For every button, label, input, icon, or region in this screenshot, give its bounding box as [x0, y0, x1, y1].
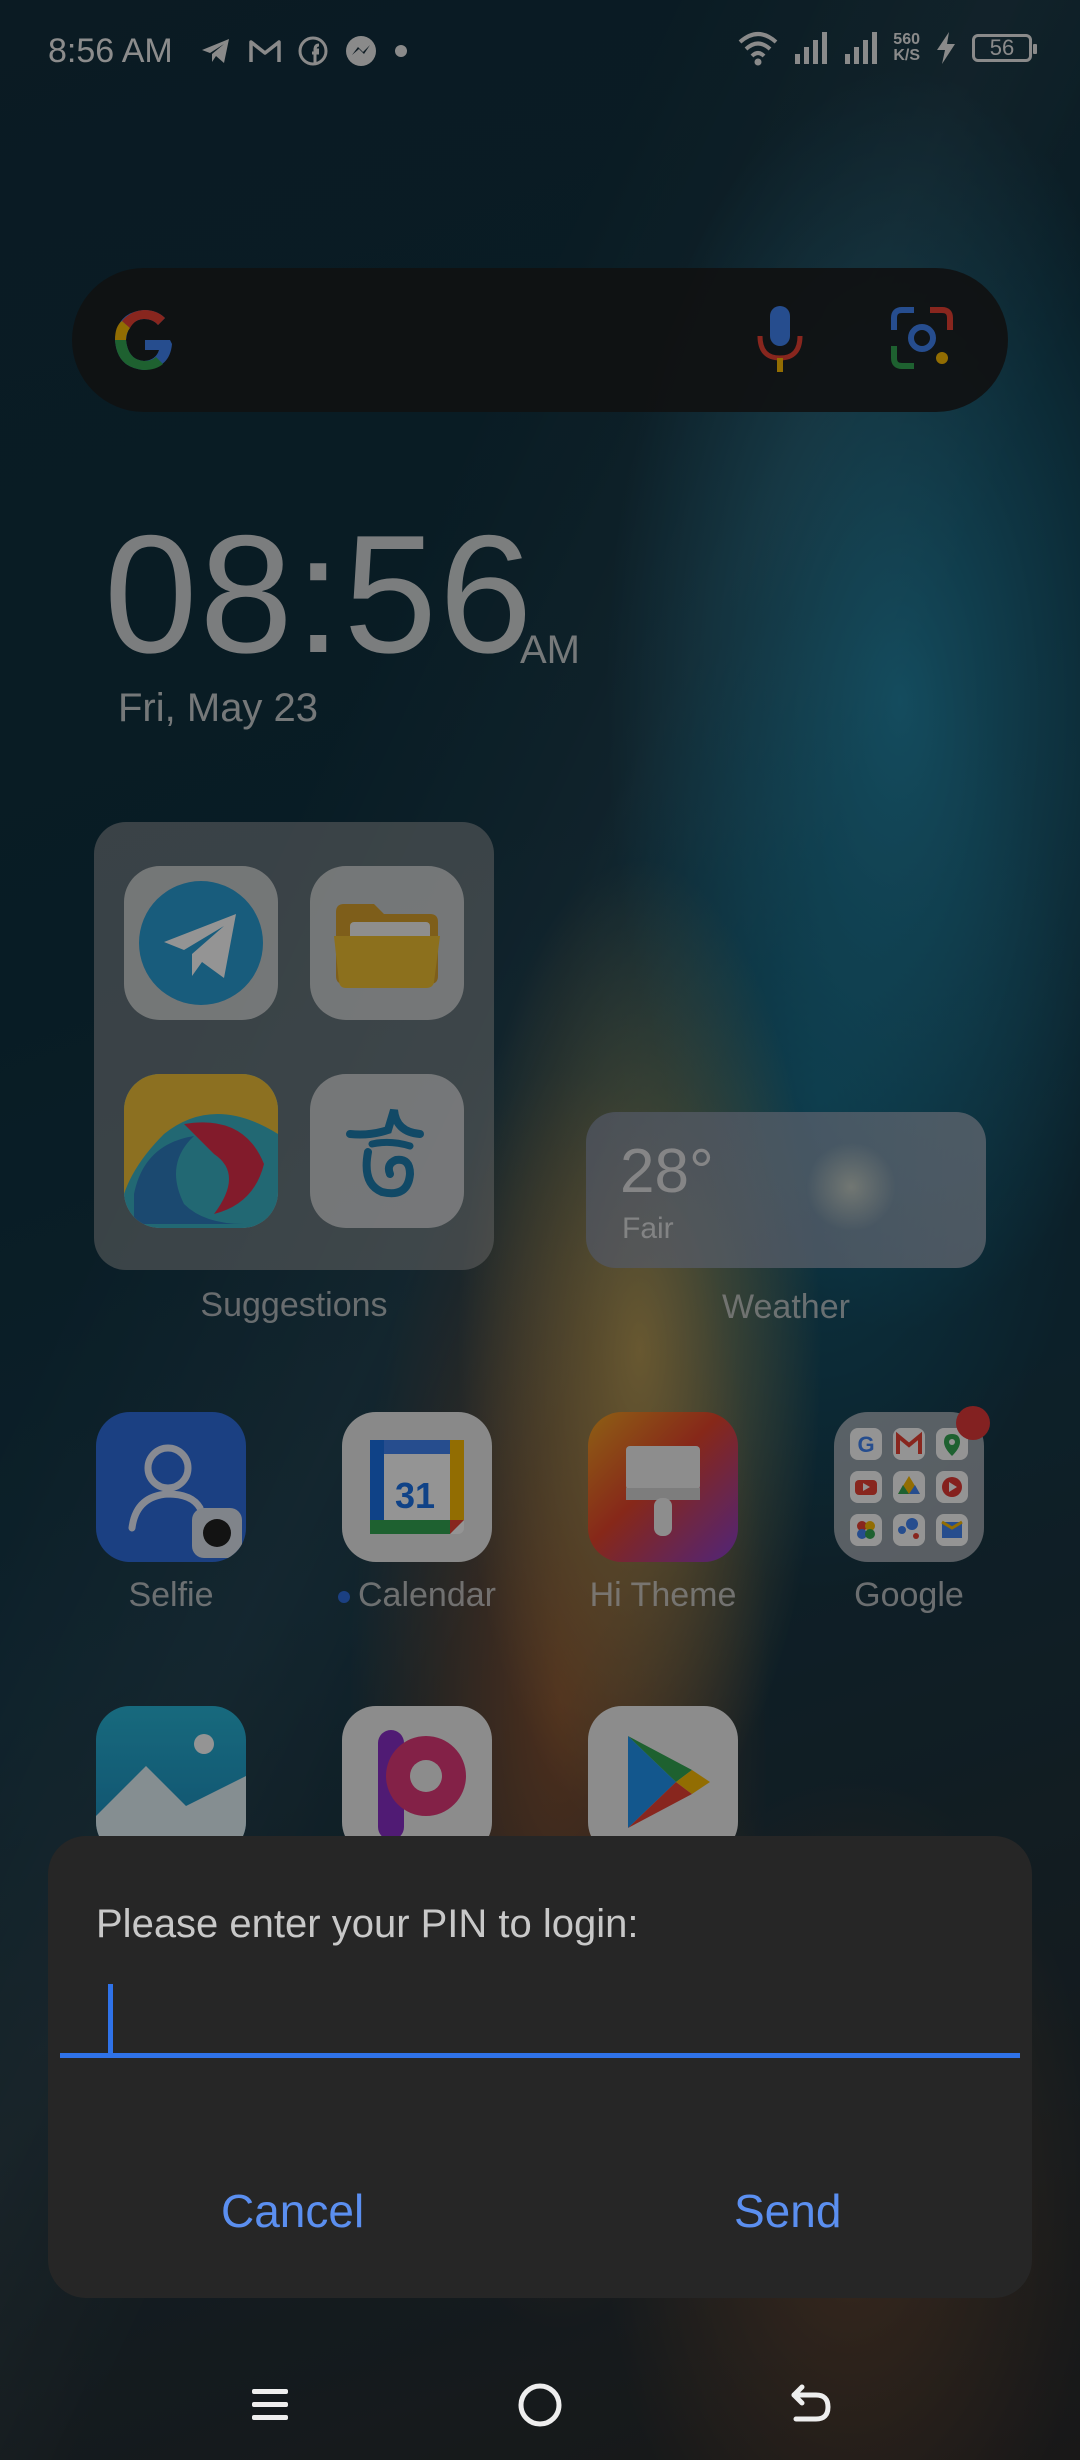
pin-dialog: Please enter your PIN to login: Cancel S… [48, 1836, 1032, 2298]
send-button[interactable]: Send [734, 2184, 841, 2238]
text-cursor [108, 1984, 113, 2054]
recents-button[interactable] [235, 2370, 305, 2440]
home-icon [518, 2383, 562, 2427]
menu-icon [252, 2389, 288, 2420]
home-button[interactable] [505, 2370, 575, 2440]
navigation-bar [0, 2340, 1080, 2460]
cancel-button[interactable]: Cancel [221, 2184, 364, 2238]
pin-prompt: Please enter your PIN to login: [96, 1902, 639, 1946]
pin-input[interactable] [60, 1974, 1020, 2058]
back-icon [791, 2384, 831, 2422]
back-button[interactable] [775, 2370, 845, 2440]
